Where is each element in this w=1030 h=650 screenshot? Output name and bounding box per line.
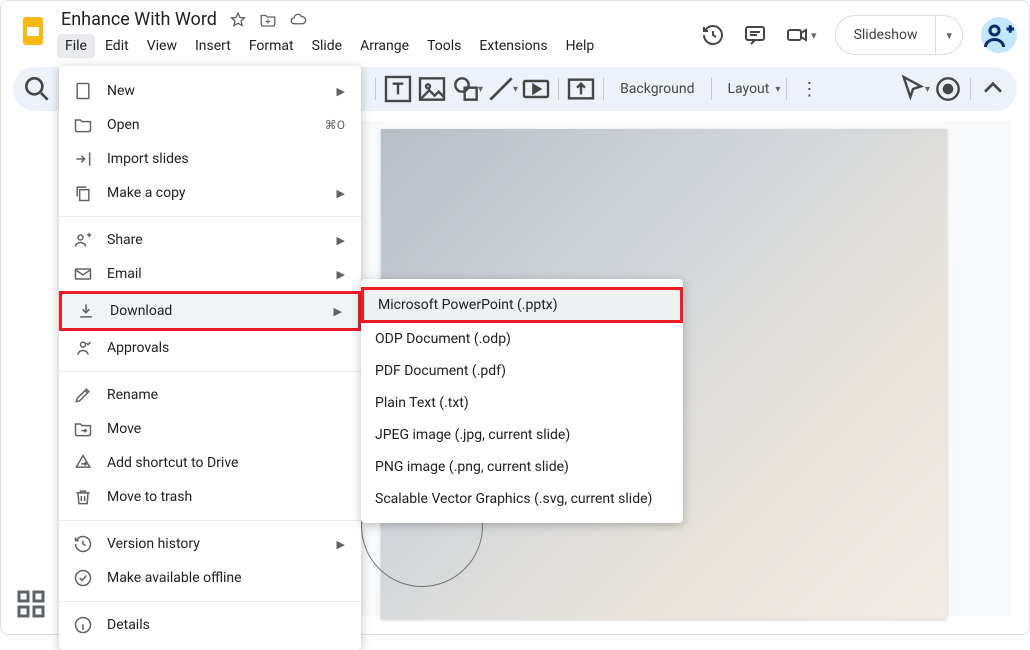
file-open[interactable]: Open ⌘O — [59, 108, 361, 142]
download-pdf[interactable]: PDF Document (.pdf) — [361, 355, 683, 387]
more-icon[interactable]: ⋮ — [793, 73, 825, 105]
history-icon[interactable] — [701, 23, 725, 47]
video-icon[interactable] — [520, 73, 552, 105]
transition-icon[interactable] — [565, 73, 597, 105]
search-icon[interactable] — [21, 73, 53, 105]
doc-title[interactable]: Enhance With Word — [61, 9, 217, 30]
history-icon — [73, 534, 93, 554]
background-button[interactable]: Background — [610, 81, 704, 97]
divider — [59, 216, 361, 217]
file-download[interactable]: Download ▶ — [59, 291, 361, 331]
record-icon[interactable] — [932, 73, 964, 105]
email-icon — [73, 264, 93, 284]
separator — [711, 78, 712, 100]
download-submenu: Microsoft PowerPoint (.pptx) ODP Documen… — [361, 279, 683, 523]
menu-view[interactable]: View — [139, 34, 185, 58]
textbox-icon[interactable] — [382, 73, 414, 105]
image-icon[interactable] — [416, 73, 448, 105]
menu-slide[interactable]: Slide — [304, 34, 350, 58]
menubar: File Edit View Insert Format Slide Arran… — [57, 34, 701, 58]
file-move[interactable]: Move — [59, 412, 361, 446]
move-folder-icon[interactable] — [259, 11, 277, 29]
download-pptx[interactable]: Microsoft PowerPoint (.pptx) — [361, 287, 683, 323]
offline-icon — [73, 568, 93, 588]
file-move-trash[interactable]: Move to trash — [59, 480, 361, 514]
chevron-right-icon: ▶ — [337, 187, 345, 200]
menu-file[interactable]: File — [57, 34, 95, 58]
file-version-history[interactable]: Version history ▶ — [59, 527, 361, 561]
chevron-down-icon[interactable]: ▾ — [811, 29, 817, 42]
separator — [375, 78, 376, 100]
present-camera-icon[interactable] — [785, 23, 809, 47]
drive-shortcut-icon — [73, 453, 93, 473]
file-new[interactable]: New ▶ — [59, 74, 361, 108]
menu-insert[interactable]: Insert — [187, 34, 239, 58]
approvals-icon — [73, 338, 93, 358]
rename-icon — [73, 385, 93, 405]
menu-tools[interactable]: Tools — [419, 34, 469, 58]
file-available-offline[interactable]: Make available offline — [59, 561, 361, 595]
file-menu: New ▶ Open ⌘O Import slides Make a copy … — [59, 66, 361, 650]
divider — [59, 371, 361, 372]
separator — [603, 78, 604, 100]
slides-logo[interactable] — [13, 11, 53, 51]
file-details[interactable]: Details — [59, 608, 361, 642]
menu-extensions[interactable]: Extensions — [471, 34, 555, 58]
comments-icon[interactable] — [743, 23, 767, 47]
move-icon — [73, 419, 93, 439]
download-png[interactable]: PNG image (.png, current slide) — [361, 451, 683, 483]
download-svg[interactable]: Scalable Vector Graphics (.svg, current … — [361, 483, 683, 515]
download-icon — [76, 301, 96, 321]
separator — [786, 78, 787, 100]
chevron-right-icon: ▶ — [337, 85, 345, 98]
share-icon — [73, 230, 93, 250]
file-add-shortcut[interactable]: Add shortcut to Drive — [59, 446, 361, 480]
grid-view-icon[interactable] — [13, 586, 49, 622]
layout-button[interactable]: Layout — [718, 81, 780, 97]
divider — [59, 601, 361, 602]
slideshow-dropdown[interactable]: ▾ — [936, 16, 962, 54]
file-import-slides[interactable]: Import slides — [59, 142, 361, 176]
import-icon — [73, 149, 93, 169]
line-dropdown[interactable]: ▾ — [513, 84, 518, 95]
chevron-right-icon: ▶ — [337, 268, 345, 281]
file-icon — [73, 81, 93, 101]
shape-dropdown[interactable]: ▾ — [478, 84, 483, 95]
menu-edit[interactable]: Edit — [97, 34, 137, 58]
folder-icon — [73, 115, 93, 135]
chevron-right-icon: ▶ — [334, 305, 342, 318]
download-odp[interactable]: ODP Document (.odp) — [361, 323, 683, 355]
star-icon[interactable] — [229, 11, 247, 29]
info-icon — [73, 615, 93, 635]
collapse-icon[interactable] — [977, 73, 1009, 105]
file-rename[interactable]: Rename — [59, 378, 361, 412]
chevron-right-icon: ▶ — [337, 538, 345, 551]
menu-format[interactable]: Format — [241, 34, 302, 58]
divider — [59, 520, 361, 521]
cloud-status-icon[interactable] — [289, 11, 307, 29]
slideshow-button[interactable]: Slideshow — [836, 16, 937, 54]
file-approvals[interactable]: Approvals — [59, 331, 361, 365]
trash-icon — [73, 487, 93, 507]
menu-arrange[interactable]: Arrange — [352, 34, 417, 58]
file-share[interactable]: Share ▶ — [59, 223, 361, 257]
download-jpg[interactable]: JPEG image (.jpg, current slide) — [361, 419, 683, 451]
separator — [558, 78, 559, 100]
chevron-right-icon: ▶ — [337, 234, 345, 247]
file-email[interactable]: Email ▶ — [59, 257, 361, 291]
separator — [970, 78, 971, 100]
file-make-copy[interactable]: Make a copy ▶ — [59, 176, 361, 210]
copy-icon — [73, 183, 93, 203]
download-txt[interactable]: Plain Text (.txt) — [361, 387, 683, 419]
menu-help[interactable]: Help — [558, 34, 603, 58]
share-button[interactable] — [981, 17, 1017, 53]
layout-dropdown[interactable]: ▾ — [775, 84, 780, 95]
pointer-dropdown[interactable]: ▾ — [925, 84, 930, 95]
